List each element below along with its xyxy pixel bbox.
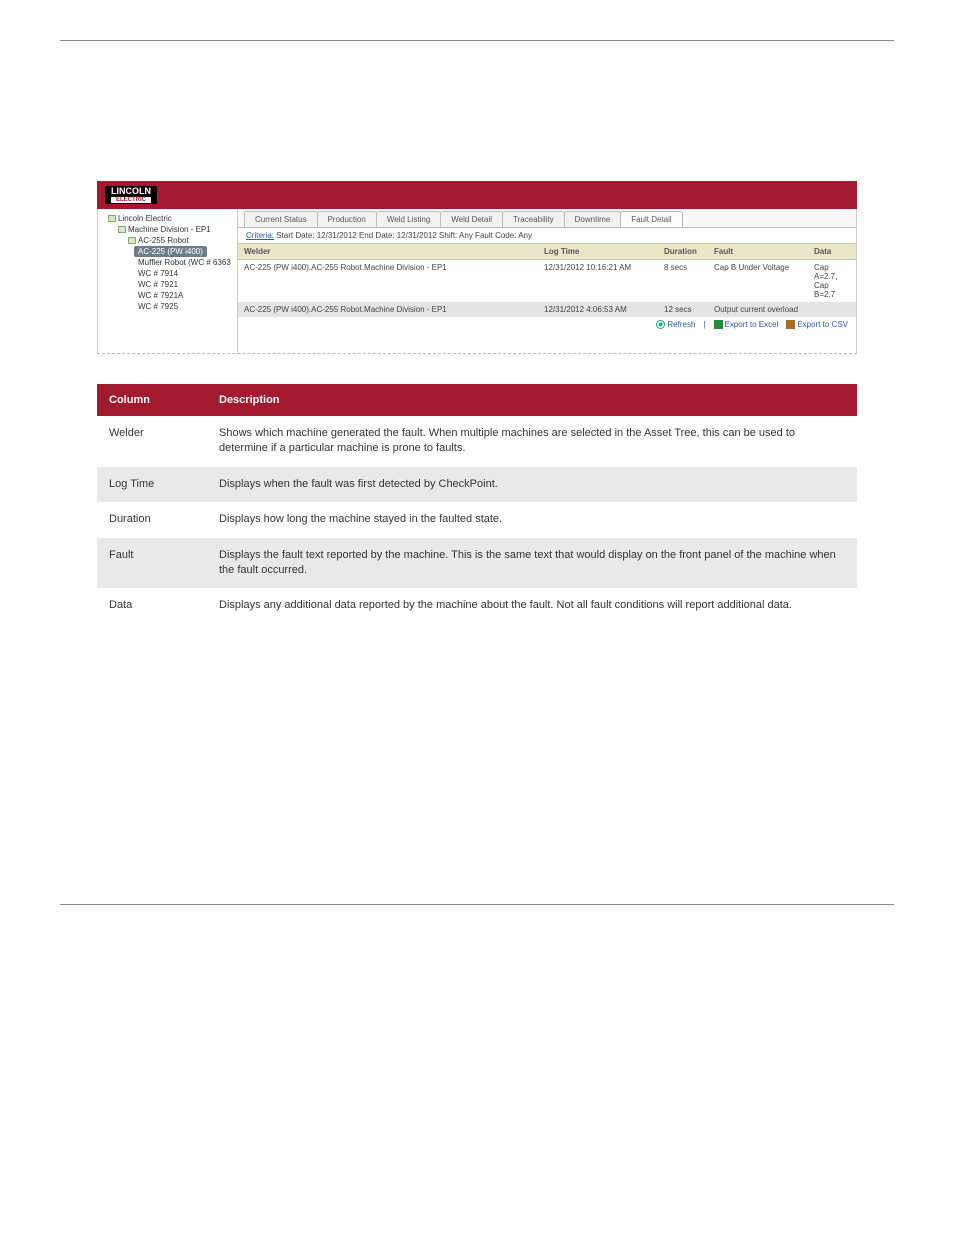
- cell-welder: AC-225 (PW i400).AC-255 Robot.Machine Di…: [238, 302, 538, 317]
- desc-col: Log Time: [97, 467, 207, 502]
- fault-detail-screenshot: LINCOLN ELECTRIC Lincoln Electric Machin…: [97, 181, 857, 354]
- brand-bar: LINCOLN ELECTRIC: [97, 181, 857, 209]
- excel-label: Export to Excel: [725, 320, 779, 329]
- grid-toolbar: Refresh | Export to Excel Export to CSV: [238, 317, 856, 332]
- brand-logo: LINCOLN ELECTRIC: [105, 186, 157, 204]
- tab-current-status[interactable]: Current Status: [244, 211, 318, 227]
- tab-fault-detail[interactable]: Fault Detail: [620, 211, 682, 227]
- grid-header: Welder Log Time Duration Fault Data: [238, 243, 856, 260]
- refresh-button[interactable]: Refresh: [656, 320, 695, 329]
- tab-weld-detail[interactable]: Weld Detail: [440, 211, 503, 227]
- column-description-table: Column Description Welder Shows which ma…: [97, 384, 857, 624]
- brand-top: LINCOLN: [111, 186, 151, 196]
- tab-traceability[interactable]: Traceability: [502, 211, 565, 227]
- table-row[interactable]: AC-225 (PW i400).AC-255 Robot.Machine Di…: [238, 260, 856, 302]
- tree-node[interactable]: Machine Division - EP1: [98, 224, 237, 235]
- refresh-icon: [656, 320, 665, 329]
- tab-weld-listing[interactable]: Weld Listing: [376, 211, 441, 227]
- criteria-link[interactable]: Criteria:: [246, 231, 274, 240]
- folder-icon: [108, 215, 116, 222]
- table-row[interactable]: AC-225 (PW i400).AC-255 Robot.Machine Di…: [238, 302, 856, 317]
- cell-log: 12/31/2012 10:16:21 AM: [538, 260, 658, 302]
- csv-icon: [786, 320, 795, 329]
- tree-node[interactable]: WC # 7921: [98, 279, 237, 290]
- cell-dur: 8 secs: [658, 260, 708, 302]
- excel-icon: [714, 320, 723, 329]
- tree-node[interactable]: WC # 7921A: [98, 290, 237, 301]
- col-fault[interactable]: Fault: [708, 244, 808, 259]
- tree-label: Machine Division - EP1: [128, 225, 211, 234]
- refresh-label: Refresh: [667, 320, 695, 329]
- desc-header-column: Column: [97, 384, 207, 416]
- col-duration[interactable]: Duration: [658, 244, 708, 259]
- tree-label: AC-255 Robot: [138, 236, 189, 245]
- desc-header-description: Description: [207, 384, 857, 416]
- desc-col: Welder: [97, 416, 207, 467]
- criteria-row: Criteria: Start Date: 12/31/2012 End Dat…: [238, 228, 856, 243]
- folder-icon: [118, 226, 126, 233]
- folder-icon: [128, 237, 136, 244]
- desc-text: Displays how long the machine stayed in …: [207, 502, 857, 537]
- asset-tree: Lincoln Electric Machine Division - EP1 …: [98, 209, 238, 353]
- tab-production[interactable]: Production: [317, 211, 377, 227]
- tree-node-selected[interactable]: AC-225 (PW i400): [134, 246, 207, 257]
- desc-text: Displays any additional data reported by…: [207, 588, 857, 623]
- desc-text: Displays when the fault was first detect…: [207, 467, 857, 502]
- desc-col: Duration: [97, 502, 207, 537]
- divider: |: [703, 320, 705, 329]
- cell-log: 12/31/2012 4:06:53 AM: [538, 302, 658, 317]
- cell-welder: AC-225 (PW i400).AC-255 Robot.Machine Di…: [238, 260, 538, 302]
- brand-sub: ELECTRIC: [111, 197, 151, 203]
- desc-col: Fault: [97, 538, 207, 589]
- desc-text: Shows which machine generated the fault.…: [207, 416, 857, 467]
- criteria-value: Start Date: 12/31/2012 End Date: 12/31/2…: [276, 231, 532, 240]
- cell-fault: Cap B Under Voltage: [708, 260, 808, 302]
- desc-col: Data: [97, 588, 207, 623]
- tab-downtime[interactable]: Downtime: [564, 211, 622, 227]
- export-excel-button[interactable]: Export to Excel: [714, 320, 779, 329]
- csv-label: Export to CSV: [797, 320, 848, 329]
- tree-node[interactable]: WC # 7925: [98, 301, 237, 312]
- cell-dur: 12 secs: [658, 302, 708, 317]
- col-data[interactable]: Data: [808, 244, 856, 259]
- desc-text: Displays the fault text reported by the …: [207, 538, 857, 589]
- export-csv-button[interactable]: Export to CSV: [786, 320, 848, 329]
- tree-node[interactable]: Muffler Robot (WC # 6363: [98, 257, 237, 268]
- tree-label: Lincoln Electric: [118, 214, 172, 223]
- tab-strip: Current Status Production Weld Listing W…: [238, 209, 856, 228]
- cell-data: Cap A=2.7, Cap B=2.7: [808, 260, 856, 302]
- tree-node[interactable]: WC # 7914: [98, 268, 237, 279]
- tree-root[interactable]: Lincoln Electric: [98, 213, 237, 224]
- col-welder[interactable]: Welder: [238, 244, 538, 259]
- main-pane: Current Status Production Weld Listing W…: [238, 209, 856, 353]
- tree-node[interactable]: AC-255 Robot: [98, 235, 237, 246]
- col-log-time[interactable]: Log Time: [538, 244, 658, 259]
- cell-data: [808, 302, 856, 317]
- cell-fault: Output current overload: [708, 302, 808, 317]
